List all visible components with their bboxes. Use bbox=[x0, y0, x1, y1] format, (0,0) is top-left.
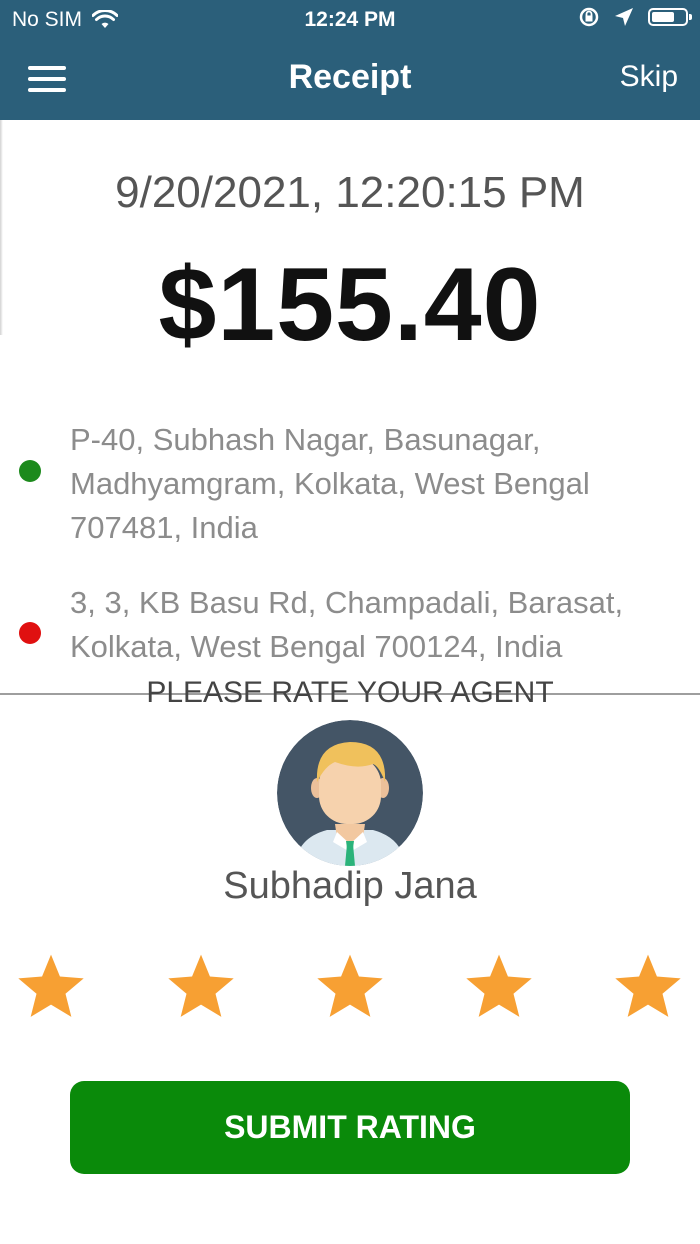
skip-button[interactable]: Skip bbox=[620, 60, 678, 94]
page-title: Receipt bbox=[288, 58, 412, 96]
star-3-icon[interactable] bbox=[313, 950, 387, 1024]
top-bar: No SIM 12:24 PM Receipt Skip bbox=[0, 0, 700, 120]
pickup-address: P-40, Subhash Nagar, Basunagar, Madhyamg… bbox=[70, 422, 590, 545]
dropoff-marker-icon bbox=[19, 622, 41, 644]
location-arrow-icon bbox=[615, 8, 633, 26]
orientation-lock-icon bbox=[579, 7, 599, 27]
status-right bbox=[578, 6, 692, 28]
star-rating bbox=[0, 950, 700, 1030]
pickup-marker-icon bbox=[19, 460, 41, 482]
receipt-datetime: 9/20/2021, 12:20:15 PM bbox=[115, 168, 585, 217]
agent-name: Subhadip Jana bbox=[223, 865, 477, 907]
status-bar: No SIM 12:24 PM bbox=[0, 0, 700, 40]
star-1-icon[interactable] bbox=[14, 950, 88, 1024]
dropoff-address: 3, 3, KB Basu Rd, Champadali, Barasat, K… bbox=[70, 585, 624, 664]
nav-bar: Receipt Skip bbox=[0, 40, 700, 120]
star-2-icon[interactable] bbox=[164, 950, 238, 1024]
star-5-icon[interactable] bbox=[611, 950, 685, 1024]
submit-rating-button[interactable]: SUBMIT RATING bbox=[70, 1081, 630, 1174]
battery-icon bbox=[648, 8, 692, 26]
star-4-icon[interactable] bbox=[462, 950, 536, 1024]
rating-heading-text: PLEASE RATE YOUR AGENT bbox=[146, 676, 554, 709]
receipt-amount: $155.40 bbox=[158, 247, 542, 363]
rating-heading: PLEASE RATE YOUR AGENT bbox=[0, 676, 700, 710]
agent-avatar bbox=[277, 720, 423, 866]
